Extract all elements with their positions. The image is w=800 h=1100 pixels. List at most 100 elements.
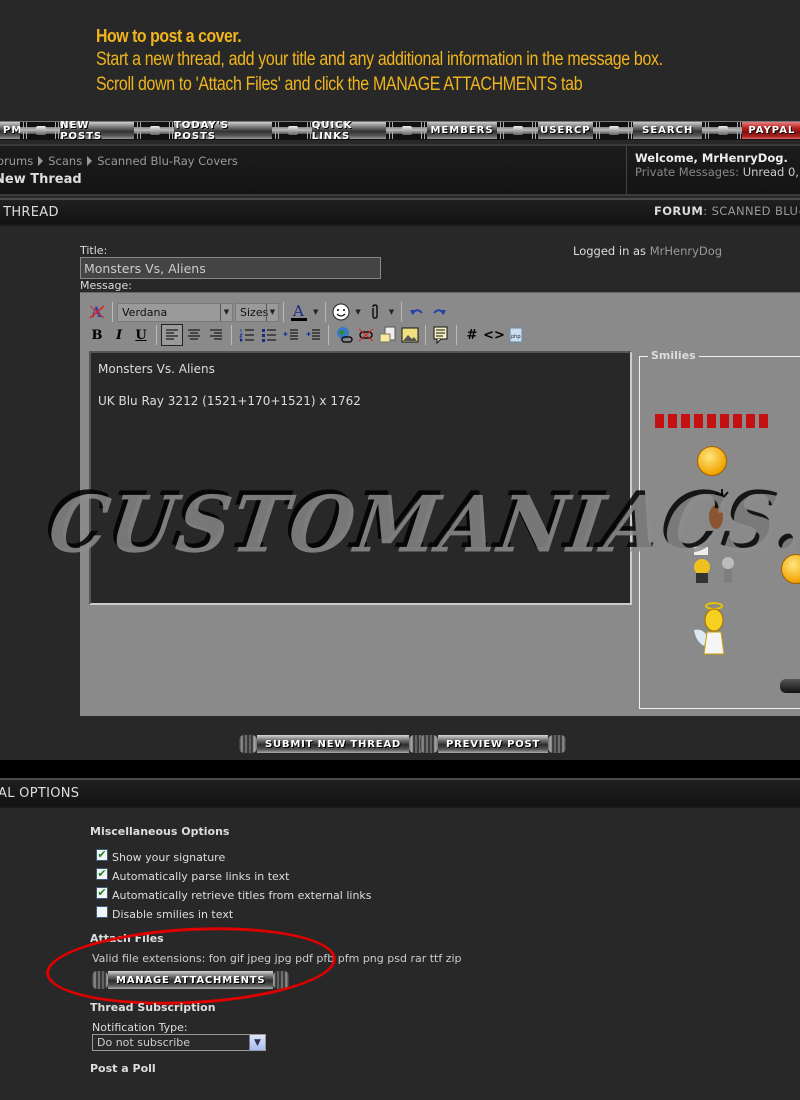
underline-icon[interactable]: U bbox=[130, 324, 152, 346]
instructions-banner: How to post a cover. Start a new thread,… bbox=[96, 26, 771, 97]
retrieve-titles-checkbox[interactable]: ✔ Automatically retrieve titles from exte… bbox=[96, 886, 372, 902]
smilie-sad-icon[interactable] bbox=[697, 446, 727, 476]
breadcrumb-bar: orums Scans Scanned Blu-Ray Covers New Thr… bbox=[0, 144, 800, 196]
smilie-sad-icon[interactable] bbox=[781, 554, 800, 584]
nav-search[interactable]: SEARCH bbox=[633, 122, 703, 139]
smilie-angel-icon[interactable] bbox=[690, 602, 734, 660]
chevron-down-icon[interactable]: ▼ bbox=[313, 308, 318, 316]
size-select[interactable]: Sizes ▼ bbox=[235, 302, 279, 322]
breadcrumb-scanned-bluray[interactable]: Scanned Blu-Ray Covers bbox=[97, 154, 238, 168]
private-messages[interactable]: Private Messages: Unread 0, bbox=[635, 165, 800, 179]
text-color-icon[interactable]: A bbox=[288, 301, 310, 323]
chevron-down-icon[interactable]: ▼ bbox=[249, 1035, 265, 1050]
remove-link-icon[interactable] bbox=[355, 324, 377, 346]
additional-options-header: AL OPTIONS bbox=[0, 778, 800, 808]
section-title: AL OPTIONS bbox=[0, 786, 80, 801]
html-code-icon[interactable]: <> bbox=[483, 324, 505, 346]
instructions-heading: How to post a cover. bbox=[96, 26, 242, 46]
pm-unread[interactable]: Unread 0, bbox=[743, 165, 799, 179]
parse-links-checkbox[interactable]: ✔ Automatically parse links in text bbox=[96, 867, 289, 883]
logged-in-prefix: Logged in as bbox=[573, 244, 647, 258]
redo-icon[interactable] bbox=[428, 301, 450, 323]
title-input[interactable] bbox=[80, 257, 381, 279]
new-thread-header: / THREAD FORUM: SCANNED BLU-R bbox=[0, 198, 800, 226]
hash-code-icon[interactable]: # bbox=[461, 324, 483, 346]
undo-icon[interactable] bbox=[406, 301, 428, 323]
email-link-icon[interactable] bbox=[377, 324, 399, 346]
align-center-icon[interactable] bbox=[183, 324, 205, 346]
nav-separator bbox=[593, 122, 634, 139]
nav-quick-links[interactable]: QUICK LINKS bbox=[311, 120, 387, 142]
paperclip-icon[interactable] bbox=[364, 301, 386, 323]
indent-icon[interactable] bbox=[302, 324, 324, 346]
instructions-line: Scroll down to 'Attach Files' and click … bbox=[96, 74, 583, 95]
misc-options-heading: Miscellaneous Options bbox=[90, 825, 230, 838]
divider bbox=[0, 760, 800, 778]
bold-icon[interactable]: B bbox=[86, 324, 108, 346]
unordered-list-icon[interactable] bbox=[258, 324, 280, 346]
outdent-icon[interactable] bbox=[280, 324, 302, 346]
nav-separator bbox=[271, 122, 312, 139]
submit-new-thread-button[interactable]: SUBMIT NEW THREAD bbox=[239, 735, 427, 753]
checkmark-icon[interactable]: ✔ bbox=[96, 886, 108, 899]
nav-usercp[interactable]: USERCP bbox=[537, 122, 594, 139]
italic-icon[interactable]: I bbox=[108, 324, 130, 346]
preview-post-button[interactable]: PREVIEW POST bbox=[420, 735, 567, 753]
nav-todays-posts[interactable]: TODAY'S POSTS bbox=[174, 120, 272, 142]
breadcrumb-scans[interactable]: Scans bbox=[48, 154, 82, 168]
smilies-legend: Smilies bbox=[648, 349, 699, 362]
smilie-sign-icon[interactable] bbox=[688, 547, 738, 583]
smilie-hanging-icon[interactable] bbox=[702, 489, 734, 531]
forum-indicator: FORUM: SCANNED BLU-R bbox=[654, 204, 800, 218]
insert-link-icon[interactable] bbox=[333, 324, 355, 346]
checkmark-icon[interactable]: ✔ bbox=[96, 867, 108, 880]
logged-in-user[interactable]: MrHenryDog bbox=[650, 244, 722, 258]
align-right-icon[interactable] bbox=[205, 324, 227, 346]
ordered-list-icon[interactable] bbox=[236, 324, 258, 346]
highlight-oval bbox=[44, 920, 338, 1012]
nav-members[interactable]: MEMBERS bbox=[426, 122, 498, 139]
chevron-down-icon: ▼ bbox=[220, 303, 232, 321]
disable-smilies-checkbox[interactable]: Disable smilies in text bbox=[96, 905, 234, 921]
notification-type-label: Notification Type: bbox=[92, 1021, 188, 1034]
chevron-down-icon: ▼ bbox=[266, 303, 278, 321]
chevron-down-icon[interactable]: ▼ bbox=[355, 308, 360, 316]
font-select-value: Verdana bbox=[122, 305, 168, 319]
nav-paypal[interactable]: PAYPAL bbox=[742, 122, 800, 139]
notification-type-select[interactable]: Do not subscribe ▼ bbox=[92, 1034, 266, 1051]
toolbar-divider bbox=[156, 325, 157, 345]
nav-separator bbox=[386, 122, 427, 139]
toolbar-divider bbox=[325, 302, 327, 322]
quote-icon[interactable] bbox=[430, 324, 452, 346]
nav-new-posts[interactable]: NEW POSTS bbox=[60, 120, 134, 142]
smilie-whatever-icon[interactable] bbox=[655, 414, 769, 428]
checkbox-label: Disable smilies in text bbox=[112, 908, 234, 921]
chevron-down-icon[interactable]: ▼ bbox=[389, 308, 394, 316]
manage-attachments-button[interactable]: MANAGE ATTACHMENTS bbox=[92, 971, 290, 989]
php-code-icon[interactable]: php bbox=[505, 324, 527, 346]
attach-files-heading: Attach Files bbox=[90, 932, 164, 945]
nav-pm[interactable]: PM bbox=[0, 122, 21, 139]
breadcrumb-arrow-icon bbox=[38, 156, 44, 166]
nav-bar: PM NEW POSTS TODAY'S POSTS QUICK LINKS M… bbox=[0, 120, 800, 142]
checkmark-icon[interactable]: ✔ bbox=[96, 848, 108, 861]
valid-extensions: Valid file extensions: fon gif jpeg jpg … bbox=[92, 952, 462, 965]
button-cap bbox=[273, 971, 290, 989]
message-textarea[interactable]: Monsters Vs. Aliens UK Blu Ray 3212 (152… bbox=[89, 351, 632, 605]
toolbar-divider bbox=[401, 302, 403, 322]
remove-format-icon[interactable]: A bbox=[86, 301, 108, 323]
scroll-handle[interactable] bbox=[780, 679, 800, 693]
show-signature-checkbox[interactable]: ✔ Show your signature bbox=[96, 848, 225, 864]
toolbar-divider bbox=[456, 325, 457, 345]
thread-subscription-heading: Thread Subscription bbox=[90, 1001, 216, 1014]
breadcrumb-forums[interactable]: orums bbox=[0, 154, 33, 168]
checkbox-empty[interactable] bbox=[96, 905, 108, 918]
forum-value: : SCANNED BLU-R bbox=[703, 204, 800, 218]
font-select[interactable]: Verdana ▼ bbox=[117, 302, 233, 322]
page-title: New Thread bbox=[0, 172, 82, 187]
insert-image-icon[interactable] bbox=[399, 324, 421, 346]
align-left-icon[interactable] bbox=[161, 324, 183, 346]
smilie-icon[interactable] bbox=[330, 301, 352, 323]
nav-separator bbox=[497, 122, 538, 139]
title-label: Title: bbox=[80, 244, 108, 257]
